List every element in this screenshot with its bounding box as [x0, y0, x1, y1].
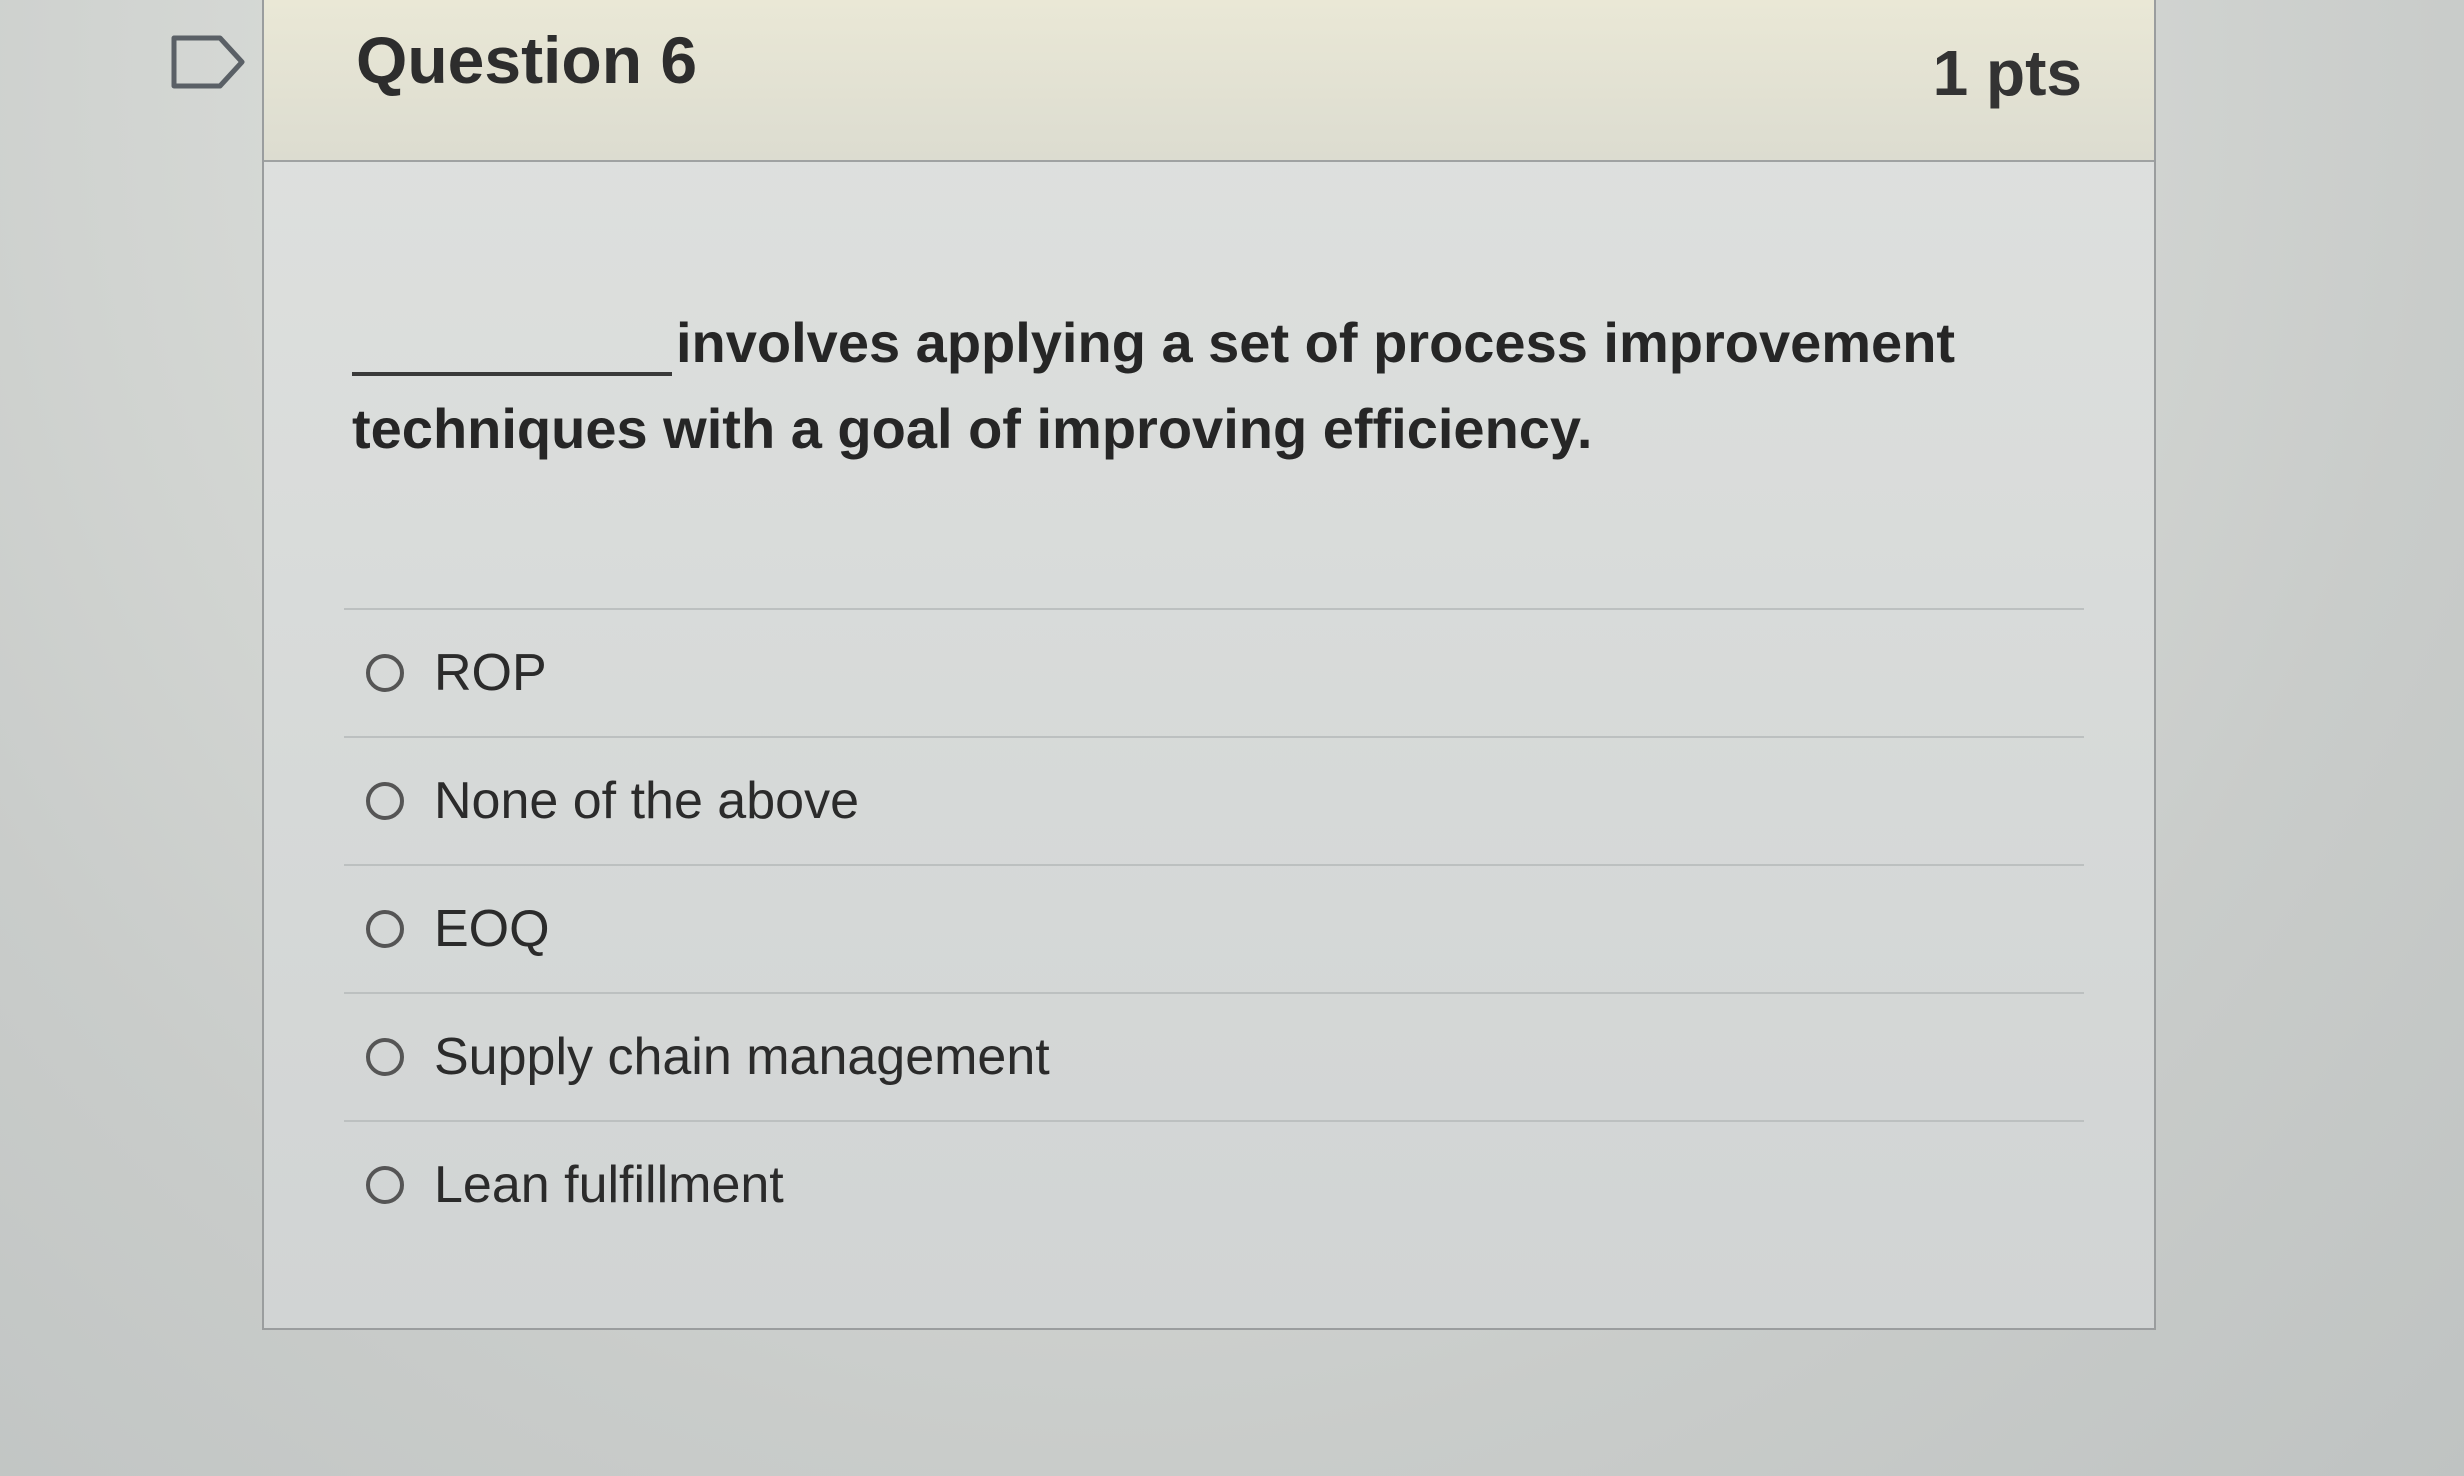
flag-question-icon[interactable]: [170, 34, 246, 90]
answer-label: None of the above: [434, 772, 859, 830]
question-text: involves applying a set of process impro…: [352, 300, 2012, 472]
question-header: Question 6 1 pts: [264, 0, 2154, 162]
question-title: Question 6: [356, 23, 698, 97]
answer-label: EOQ: [434, 900, 550, 958]
answer-label: ROP: [434, 644, 547, 702]
fill-in-blank: [352, 372, 672, 376]
radio-button[interactable]: [366, 782, 404, 820]
answer-label: Supply chain management: [434, 1028, 1050, 1086]
radio-button[interactable]: [366, 910, 404, 948]
answer-list: ROP None of the above EOQ Supply chain m…: [344, 608, 2084, 1248]
answer-option-none-of-the-above[interactable]: None of the above: [344, 736, 2084, 864]
answer-option-rop[interactable]: ROP: [344, 608, 2084, 736]
radio-button[interactable]: [366, 654, 404, 692]
question-card: Question 6 1 pts involves applying a set…: [262, 0, 2156, 1330]
answer-option-supply-chain-management[interactable]: Supply chain management: [344, 992, 2084, 1120]
radio-button[interactable]: [366, 1166, 404, 1204]
radio-button[interactable]: [366, 1038, 404, 1076]
question-points: 1 pts: [1932, 37, 2082, 109]
answer-option-eoq[interactable]: EOQ: [344, 864, 2084, 992]
question-text-body: involves applying a set of process impro…: [352, 311, 1956, 460]
answer-label: Lean fulfillment: [434, 1156, 784, 1214]
answer-option-lean-fulfillment[interactable]: Lean fulfillment: [344, 1120, 2084, 1248]
